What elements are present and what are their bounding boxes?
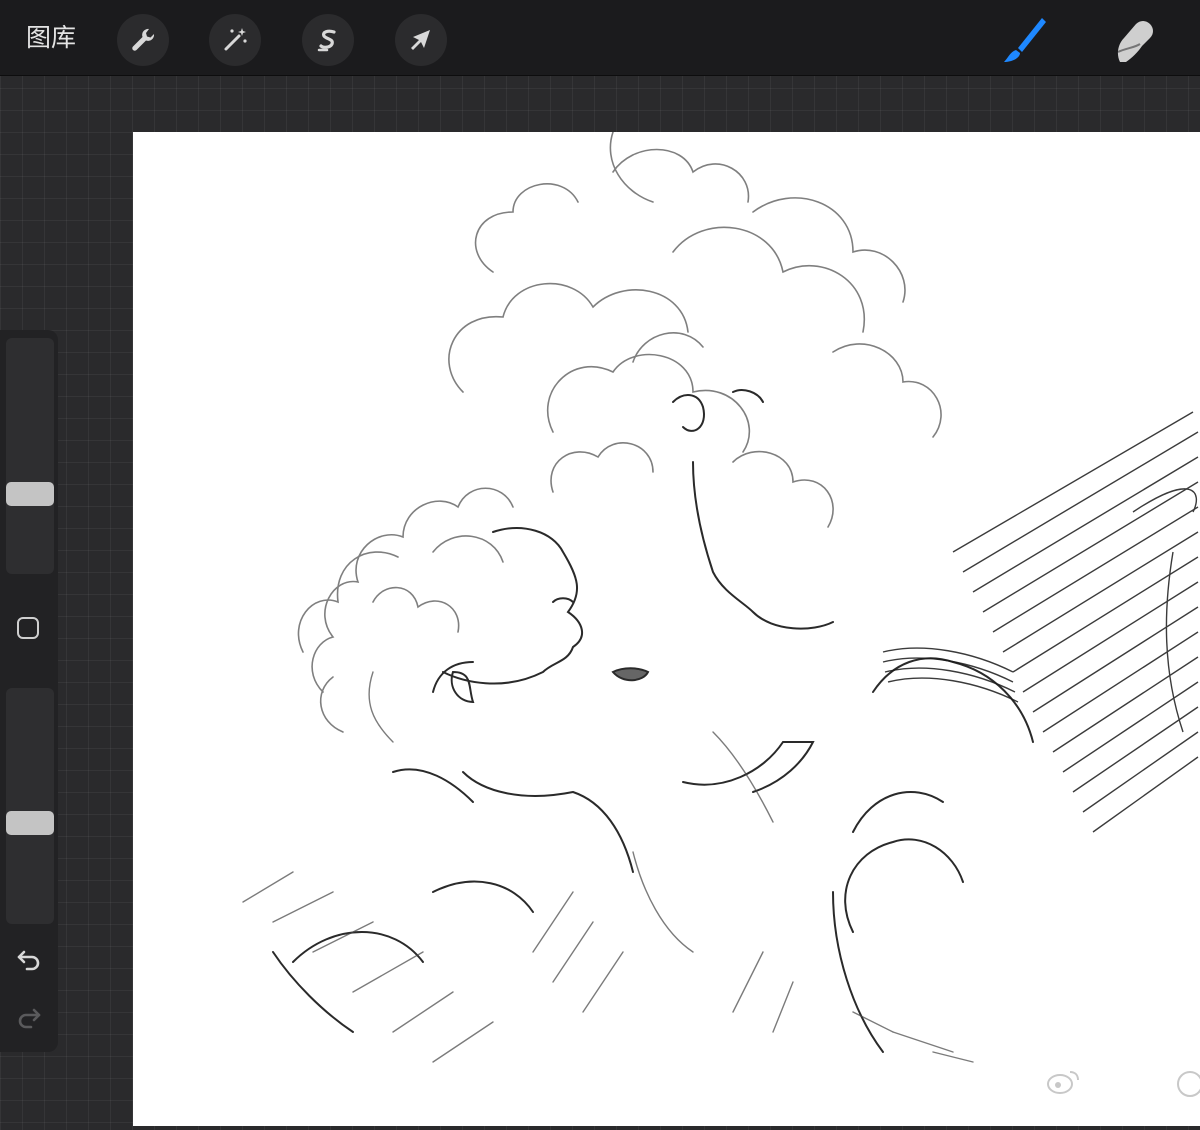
redo-icon — [18, 1008, 41, 1029]
redo-button[interactable] — [14, 1001, 44, 1031]
brush-tool-button[interactable] — [994, 10, 1054, 70]
selection-s-icon — [317, 29, 336, 52]
brush-size-slider[interactable] — [6, 338, 54, 574]
actions-button[interactable] — [117, 14, 169, 66]
left-sidebar — [0, 330, 58, 1052]
transform-button[interactable] — [395, 14, 447, 66]
smudge-tool-button[interactable] — [1104, 10, 1164, 70]
gallery-button[interactable]: 图库 — [26, 20, 76, 56]
drawing-canvas[interactable] — [133, 132, 1200, 1126]
adjustments-button[interactable] — [209, 14, 261, 66]
modify-button[interactable] — [17, 617, 39, 639]
selection-button[interactable] — [302, 14, 354, 66]
undo-button[interactable] — [14, 943, 44, 973]
opacity-slider[interactable] — [6, 688, 54, 924]
weibo-logo-icon — [1047, 1071, 1200, 1097]
opacity-thumb[interactable] — [6, 811, 54, 835]
smudge-finger-icon — [1117, 21, 1153, 62]
sketch-artwork — [242, 132, 1199, 1063]
brush-icon — [1004, 18, 1046, 62]
wrench-icon — [132, 28, 155, 51]
brush-size-thumb[interactable] — [6, 482, 54, 506]
undo-icon — [17, 950, 40, 971]
top-toolbar: 图库 — [0, 0, 1200, 76]
arrow-cursor-icon — [411, 30, 430, 50]
weibo-watermark — [1040, 1060, 1200, 1126]
magic-wand-icon — [224, 28, 247, 51]
